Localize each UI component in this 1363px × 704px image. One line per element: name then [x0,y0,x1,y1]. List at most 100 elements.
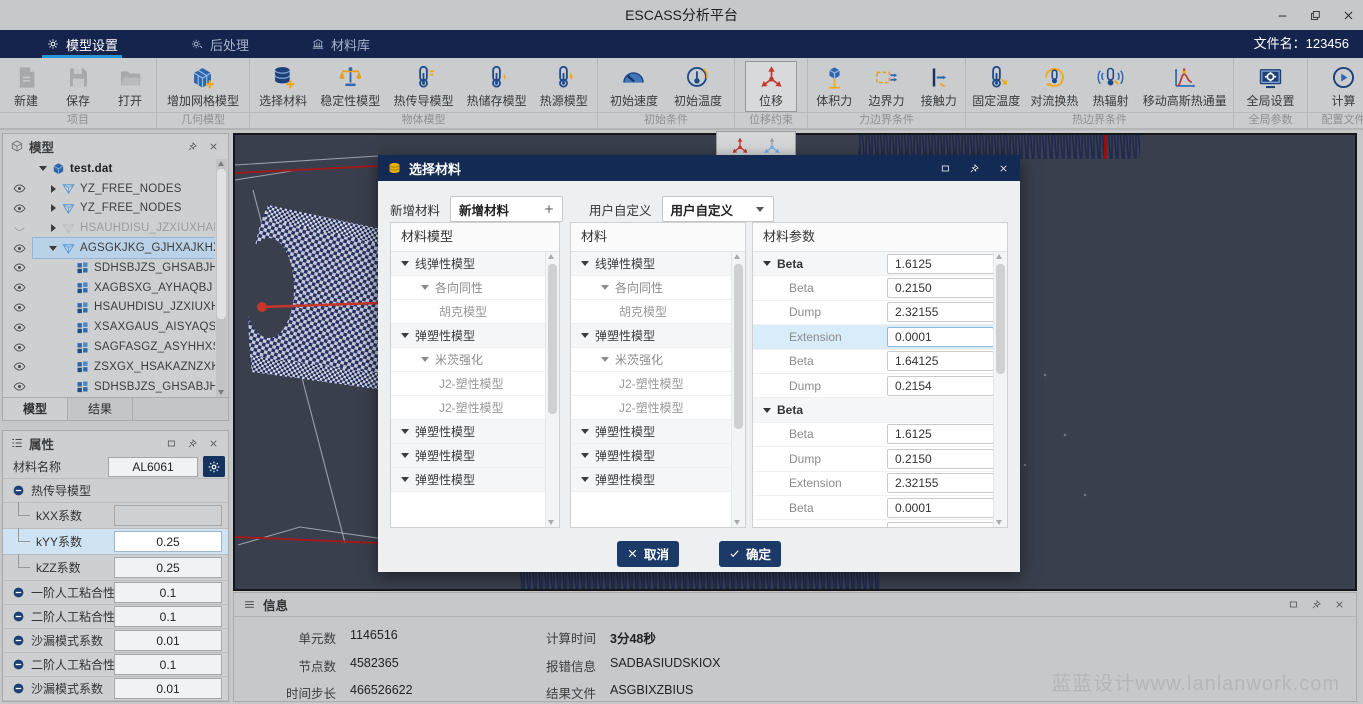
tab-model[interactable]: 模型 [3,398,68,420]
property-value-input[interactable]: 0.25 [114,557,222,578]
expander-closed-icon[interactable] [47,185,59,193]
ribbon-button[interactable]: 增加网格模型 [163,61,243,112]
ribbon-button[interactable]: 稳定性模型 [316,61,384,112]
tree-item[interactable]: YZ_FREE_NODES [5,199,215,219]
material-settings-button[interactable] [203,456,225,477]
tab-model-setup[interactable]: 模型设置 [36,30,128,58]
ribbon-button[interactable]: 固定温度 [968,61,1024,112]
visibility-toggle[interactable] [5,261,33,274]
tree-item[interactable]: XSAXGAUS_AISYAQSH_ASHX [5,317,215,337]
property-value-input[interactable]: 0.01 [114,678,222,699]
tree-item[interactable]: SDHSBJZS_GHSABJHB_ZAHU [5,258,215,278]
material-tree-item[interactable]: 各向同性 [391,276,546,300]
property-value-input[interactable]: 0.1 [114,654,222,675]
ribbon-button[interactable]: 位移 [745,61,797,112]
material-tree-item[interactable]: 胡克模型 [571,300,732,324]
property-value-input[interactable]: 0.1 [114,606,222,627]
pin-icon[interactable] [966,160,982,176]
material-tree-item[interactable]: 弹塑性模型 [571,444,732,468]
material-tree-item[interactable]: 弹塑性模型 [391,468,546,492]
material-tree-item[interactable]: J2-塑性模型 [391,396,546,420]
close-icon[interactable] [1342,9,1355,22]
material-tree-item[interactable]: J2-塑性模型 [571,396,732,420]
model-tree-scrollbar[interactable] [216,159,227,397]
minimize-icon[interactable] [1276,9,1289,22]
property-value-input[interactable]: 0.25 [114,531,222,552]
material-tree-item[interactable]: 弹塑性模型 [391,420,546,444]
column-scrollbar[interactable] [545,252,559,527]
visibility-toggle[interactable] [5,360,33,373]
ribbon-button[interactable]: 边界力 [861,61,913,112]
param-value-input[interactable]: 1.6125 [887,424,994,444]
close-icon[interactable] [205,138,221,154]
plus-icon[interactable] [543,203,562,215]
ribbon-button[interactable]: 对流换热 [1026,61,1082,112]
expander-open-icon[interactable] [47,246,59,251]
tab-postprocess[interactable]: 后处理 [180,30,259,58]
material-tree-item[interactable]: 米茨强化 [571,348,732,372]
column-scrollbar[interactable] [993,252,1007,527]
ribbon-button[interactable]: 初始速度 [606,61,662,112]
ribbon-button[interactable]: 热储存模型 [463,61,531,112]
visibility-toggle[interactable] [5,321,33,334]
property-value-input[interactable] [114,505,222,526]
ribbon-button[interactable]: 移动高斯热通量 [1139,61,1231,112]
tree-item[interactable]: HSAUHDISU_JZXIUXHAHX [5,298,215,318]
close-icon[interactable] [995,160,1011,176]
param-value-input[interactable]: 0.0001 [887,498,994,518]
tree-item[interactable]: HSAUHDISU_JZXIUXHAHX [5,218,215,238]
material-tree-item[interactable]: 弹塑性模型 [571,468,732,492]
ribbon-button[interactable]: 全局设置 [1242,61,1298,112]
visibility-toggle[interactable] [5,380,33,393]
visibility-toggle[interactable] [5,202,33,215]
pin-icon[interactable] [1308,597,1324,613]
visibility-toggle[interactable] [5,242,33,255]
material-tree-item[interactable]: J2-塑性模型 [391,372,546,396]
material-tree-item[interactable]: 线弹性模型 [571,252,732,276]
pin-icon[interactable] [184,435,200,451]
ribbon-button[interactable]: 选择材料 [255,61,311,112]
ribbon-button[interactable]: 接触力 [913,61,965,112]
tree-item[interactable]: test.dat [5,159,215,179]
param-value-input[interactable]: 0.2150 [887,278,994,298]
axis-red-icon[interactable] [730,136,750,156]
param-value-input[interactable]: 2.32155 [887,473,994,493]
visibility-toggle-hidden[interactable] [5,222,33,235]
tree-item[interactable]: SDHSBJZS_GHSABJHB_ZAHU [5,377,215,397]
tree-item[interactable]: YZ_FREE_NODES [5,179,215,199]
cancel-button[interactable]: 取消 [617,541,679,567]
material-tree-item[interactable]: 弹塑性模型 [391,324,546,348]
tree-item[interactable]: SAGFASGZ_ASYHHXSN [5,337,215,357]
confirm-button[interactable]: 确定 [719,541,781,567]
ribbon-button[interactable]: 计算 [1318,61,1363,112]
ribbon-button[interactable]: 热传导模型 [389,61,457,112]
pin-icon[interactable] [184,138,200,154]
ribbon-button[interactable]: 热辐射 [1085,61,1137,112]
property-value-input[interactable]: 0.01 [114,630,222,651]
visibility-toggle[interactable] [5,301,33,314]
close-icon[interactable] [205,435,221,451]
custom-select[interactable]: 用户自定义 [662,196,774,222]
material-tree-item[interactable]: 各向同性 [571,276,732,300]
tab-material-library[interactable]: 材料库 [301,30,380,58]
param-value-input[interactable]: 0.2150 [887,449,994,469]
param-value-input[interactable]: 1.64125 [887,351,994,371]
restore-icon[interactable] [937,160,953,176]
tab-results[interactable]: 结果 [68,398,133,420]
axis-blue-icon[interactable] [762,136,782,156]
tree-item[interactable]: AGSGKJKG_GJHXAJKHXA [5,238,215,258]
close-icon[interactable] [1331,597,1347,613]
new-material-input[interactable] [451,201,543,217]
visibility-toggle[interactable] [5,182,33,195]
column-scrollbar[interactable] [731,252,745,527]
visibility-toggle[interactable] [5,281,33,294]
ribbon-button[interactable]: 热源模型 [536,61,592,112]
param-value-input[interactable]: 1.6125 [887,254,994,274]
param-value-input[interactable]: 1.64125 [887,522,994,527]
property-value-input[interactable]: 0.1 [114,582,222,603]
material-tree-item[interactable]: 线弹性模型 [391,252,546,276]
material-tree-item[interactable]: 弹塑性模型 [571,420,732,444]
material-tree-item[interactable]: J2-塑性模型 [571,372,732,396]
expander-open-icon[interactable] [37,166,49,171]
param-value-input[interactable]: 0.2154 [887,376,994,396]
